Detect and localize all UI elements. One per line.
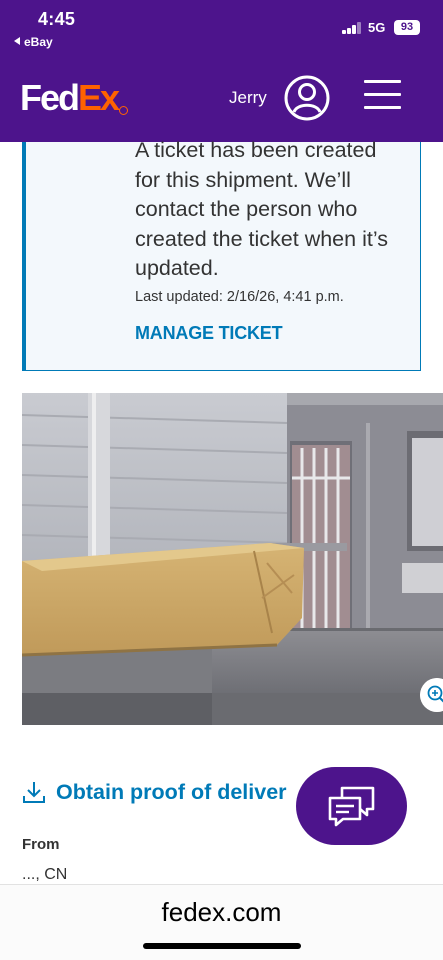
back-to-app-button[interactable]: eBay — [14, 35, 53, 49]
status-bar: 4:45 eBay 5G 93 — [0, 0, 443, 56]
from-label: From — [22, 836, 60, 853]
registered-mark-icon — [119, 106, 129, 115]
back-arrow-icon — [14, 37, 20, 45]
delivery-photo[interactable] — [22, 393, 443, 725]
manage-ticket-link[interactable]: MANAGE TICKET — [135, 323, 283, 344]
delivery-photo-image — [22, 393, 443, 725]
fedex-logo[interactable]: FedEx — [20, 77, 129, 118]
back-app-label: eBay — [24, 35, 53, 49]
chat-bubbles-icon — [328, 786, 375, 827]
hamburger-menu-icon[interactable] — [364, 80, 401, 110]
download-icon — [23, 782, 45, 803]
site-header: FedEx Jerry — [0, 56, 443, 142]
logo-ex: Ex — [78, 77, 120, 118]
chat-button[interactable] — [296, 767, 407, 845]
user-account-icon[interactable] — [284, 75, 330, 121]
home-indicator[interactable] — [143, 943, 301, 949]
battery-icon: 93 — [394, 20, 420, 35]
user-name[interactable]: Jerry — [229, 88, 267, 108]
ticket-message: A ticket has been created for this shipm… — [135, 138, 388, 280]
logo-fed: Fed — [20, 77, 80, 118]
browser-url-bar[interactable]: fedex.com — [0, 884, 443, 960]
url-text: fedex.com — [161, 897, 282, 927]
network-type: 5G — [368, 20, 386, 35]
clock: 4:45 — [38, 9, 76, 29]
from-value: ..., CN — [22, 866, 68, 883]
proof-of-delivery-label: Obtain proof of deliver — [56, 780, 287, 804]
signal-icon — [342, 22, 362, 34]
ticket-notice-card: A ticket has been created for this shipm… — [22, 138, 421, 371]
ticket-last-updated: Last updated: 2/16/26, 4:41 p.m. — [135, 289, 344, 305]
